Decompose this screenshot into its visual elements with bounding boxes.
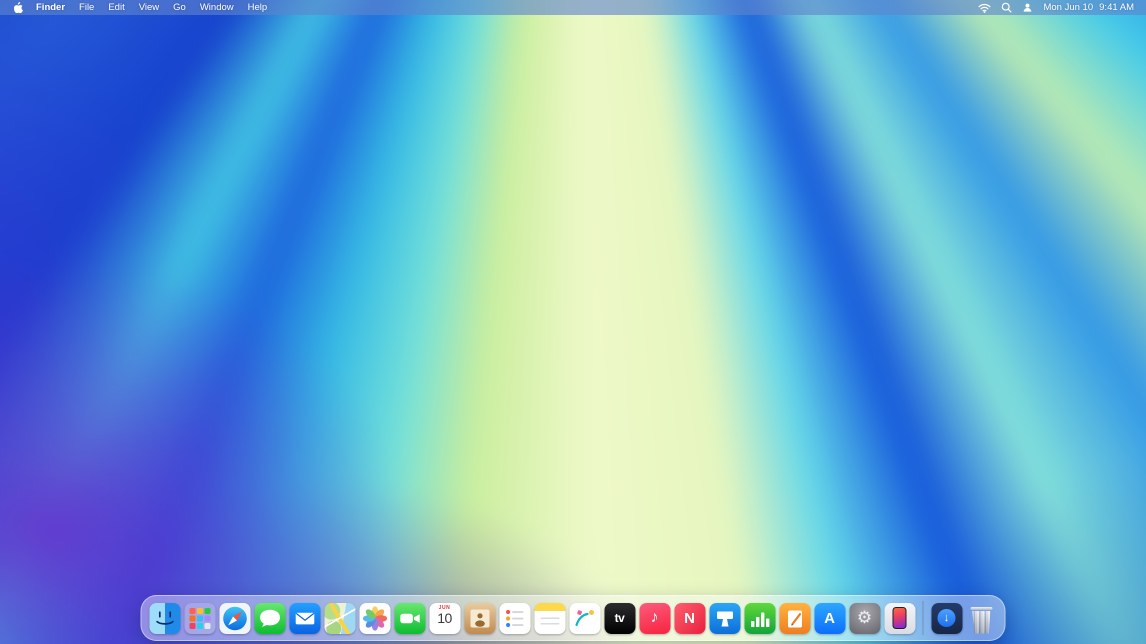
iphone-mirroring-icon xyxy=(884,603,915,634)
menu-item-view[interactable]: View xyxy=(132,2,166,13)
menu-bar-right: Mon Jun 10 9:41 AM xyxy=(978,2,1134,13)
keynote-icon xyxy=(709,603,740,634)
system-settings-icon: ⚙ xyxy=(849,603,880,634)
dock-item-freeform[interactable] xyxy=(569,598,601,638)
dock-item-photos[interactable] xyxy=(359,598,391,638)
wifi-icon[interactable] xyxy=(978,3,991,13)
menu-bar-clock[interactable]: Mon Jun 10 9:41 AM xyxy=(1043,2,1134,13)
dock-item-contacts[interactable] xyxy=(464,598,496,638)
dock-item-finder[interactable] xyxy=(149,598,181,638)
user-switch-icon[interactable] xyxy=(1022,2,1033,13)
dock-item-tv[interactable]: tv xyxy=(604,598,636,638)
mail-icon xyxy=(289,603,320,634)
trash-rim xyxy=(971,607,993,611)
dock-item-launchpad[interactable] xyxy=(184,598,216,638)
menu-item-go[interactable]: Go xyxy=(166,2,193,13)
freeform-icon xyxy=(569,603,600,634)
download-arrow-glyph: ↓ xyxy=(938,609,956,627)
dock-item-maps[interactable] xyxy=(324,598,356,638)
app-store-icon: A xyxy=(814,603,845,634)
dock-item-trash[interactable] xyxy=(966,598,998,638)
apple-tv-icon: tv xyxy=(604,603,635,634)
apple-menu[interactable] xyxy=(12,2,29,13)
reminders-icon xyxy=(499,603,530,634)
dock-item-pages[interactable] xyxy=(779,598,811,638)
dock-item-safari[interactable] xyxy=(219,598,251,638)
notes-icon xyxy=(534,603,565,634)
dock-divider xyxy=(923,601,924,635)
news-icon: N xyxy=(674,603,705,634)
iphone-shape xyxy=(893,607,907,629)
download-circle: ↓ xyxy=(938,609,956,627)
clock-date: Mon Jun 10 xyxy=(1043,2,1093,13)
apple-logo-icon xyxy=(14,2,23,13)
messages-icon xyxy=(254,603,285,634)
calendar-day: 10 xyxy=(437,611,452,626)
dock-item-downloads[interactable]: ↓ xyxy=(931,598,963,638)
app-store-glyph: A xyxy=(814,603,845,634)
safari-icon xyxy=(219,603,250,634)
launchpad-grid xyxy=(189,608,195,614)
launchpad-icon xyxy=(184,603,215,634)
news-glyph: N xyxy=(674,603,705,634)
photos-icon xyxy=(359,603,390,634)
numbers-icon xyxy=(744,603,775,634)
music-icon: ♪ xyxy=(639,603,670,634)
menu-item-edit[interactable]: Edit xyxy=(101,2,131,13)
pages-icon xyxy=(779,603,810,634)
menu-item-finder[interactable]: Finder xyxy=(29,2,72,13)
dock-item-numbers[interactable] xyxy=(744,598,776,638)
menu-item-window[interactable]: Window xyxy=(193,2,241,13)
gear-glyph: ⚙ xyxy=(849,603,880,634)
dock-item-keynote[interactable] xyxy=(709,598,741,638)
menu-item-help[interactable]: Help xyxy=(241,2,275,13)
finder-icon xyxy=(149,603,180,634)
dock-item-reminders[interactable] xyxy=(499,598,531,638)
dock-item-app-store[interactable]: A xyxy=(814,598,846,638)
dock-item-calendar[interactable]: JUN 10 xyxy=(429,598,461,638)
clock-time: 9:41 AM xyxy=(1099,2,1134,13)
music-note-glyph: ♪ xyxy=(639,603,670,634)
dock: JUN 10 xyxy=(141,595,1006,641)
desktop: Finder File Edit View Go Window Help Mon… xyxy=(0,0,1146,644)
menu-bar: Finder File Edit View Go Window Help Mon… xyxy=(0,0,1146,15)
trash-body xyxy=(972,611,992,634)
dock-item-system-settings[interactable]: ⚙ xyxy=(849,598,881,638)
dock-item-facetime[interactable] xyxy=(394,598,426,638)
dock-item-notes[interactable] xyxy=(534,598,566,638)
dock-item-messages[interactable] xyxy=(254,598,286,638)
menu-bar-left: Finder File Edit View Go Window Help xyxy=(12,2,274,13)
dock-item-music[interactable]: ♪ xyxy=(639,598,671,638)
facetime-icon xyxy=(394,603,425,634)
dock-item-mail[interactable] xyxy=(289,598,321,638)
wallpaper xyxy=(0,0,1146,644)
calendar-icon: JUN 10 xyxy=(429,603,460,634)
trash-icon xyxy=(969,603,995,634)
downloads-icon: ↓ xyxy=(931,603,962,634)
tv-glyph: tv xyxy=(604,603,635,634)
dock-item-iphone-mirroring[interactable] xyxy=(884,598,916,638)
spotlight-search-icon[interactable] xyxy=(1001,2,1012,13)
contacts-icon xyxy=(464,603,495,634)
menu-item-file[interactable]: File xyxy=(72,2,101,13)
maps-icon xyxy=(324,603,355,634)
dock-item-news[interactable]: N xyxy=(674,598,706,638)
